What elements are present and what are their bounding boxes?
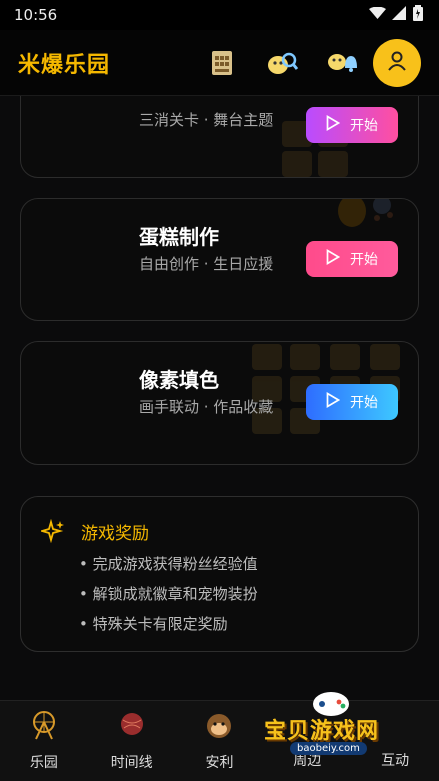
game-card-1[interactable]: 三消关卡 · 舞台主题 开始 — [20, 96, 419, 178]
nav-label: 乐园 — [29, 755, 58, 771]
nav-item-recommend[interactable]: 安利 — [176, 701, 264, 781]
play-icon — [326, 115, 341, 135]
game-title: 蛋糕制作 — [139, 225, 219, 249]
search-icon[interactable] — [261, 42, 303, 84]
wifi-icon — [369, 6, 386, 24]
start-button[interactable]: 开始 — [306, 241, 398, 277]
nav-item-park[interactable]: 乐园 — [0, 701, 88, 781]
reward-item: • 解锁成就徽章和宠物装扮 — [79, 585, 258, 603]
start-button[interactable]: 开始 — [306, 107, 398, 143]
cake-background-art — [332, 199, 402, 237]
game-card-pixel[interactable]: 像素填色 画手联动 · 作品收藏 开始 — [20, 341, 419, 465]
game-title: 像素填色 — [139, 368, 219, 392]
profile-avatar-button[interactable] — [373, 38, 421, 87]
nav-item-timeline[interactable]: 时间线 — [88, 701, 176, 781]
nav-label: 时间线 — [110, 755, 153, 771]
game-list: 三消关卡 · 舞台主题 开始 蛋糕制作 自由创作 · 生日应援 开始 像素填色 … — [0, 96, 439, 700]
ferris-wheel-icon — [30, 710, 58, 744]
notification-bell-icon[interactable] — [321, 42, 363, 84]
app-header: 米爆乐园 — [0, 30, 439, 96]
timeline-ball-icon — [118, 710, 146, 744]
status-bar: 10:56 — [0, 0, 439, 30]
status-time: 10:56 — [14, 6, 58, 24]
watermark-logo: 宝贝游戏网 baobeiy.com — [262, 688, 407, 778]
reward-item: • 完成游戏获得粉丝经验值 — [79, 555, 258, 573]
reward-item: • 特殊关卡有限定奖励 — [79, 615, 228, 633]
game-description: 三消关卡 · 舞台主题 — [139, 111, 274, 129]
start-button-label: 开始 — [350, 118, 378, 134]
sparkle-icon — [38, 518, 65, 547]
game-description: 画手联动 · 作品收藏 — [139, 398, 274, 416]
start-button[interactable]: 开始 — [306, 384, 398, 420]
game-description: 自由创作 · 生日应援 — [139, 255, 274, 273]
watermark-title: 宝贝游戏网 — [264, 719, 380, 744]
game-card-cake[interactable]: 蛋糕制作 自由创作 · 生日应援 开始 — [20, 198, 419, 321]
battery-icon — [413, 5, 423, 25]
start-button-label: 开始 — [350, 252, 378, 268]
play-icon — [326, 249, 341, 269]
calendar-icon[interactable] — [201, 42, 243, 84]
start-button-label: 开始 — [350, 395, 378, 411]
user-icon — [386, 50, 408, 76]
signal-icon — [392, 6, 407, 24]
status-icons — [369, 5, 423, 25]
monkey-face-icon — [203, 710, 235, 744]
play-icon — [326, 392, 341, 412]
game-reward-panel: 游戏奖励 • 完成游戏获得粉丝经验值 • 解锁成就徽章和宠物装扮 • 特殊关卡有… — [20, 496, 419, 652]
nav-label: 安利 — [205, 755, 234, 771]
watermark-site: baobeiy.com — [290, 742, 367, 755]
app-title: 米爆乐园 — [18, 52, 111, 78]
reward-title: 游戏奖励 — [81, 524, 149, 544]
